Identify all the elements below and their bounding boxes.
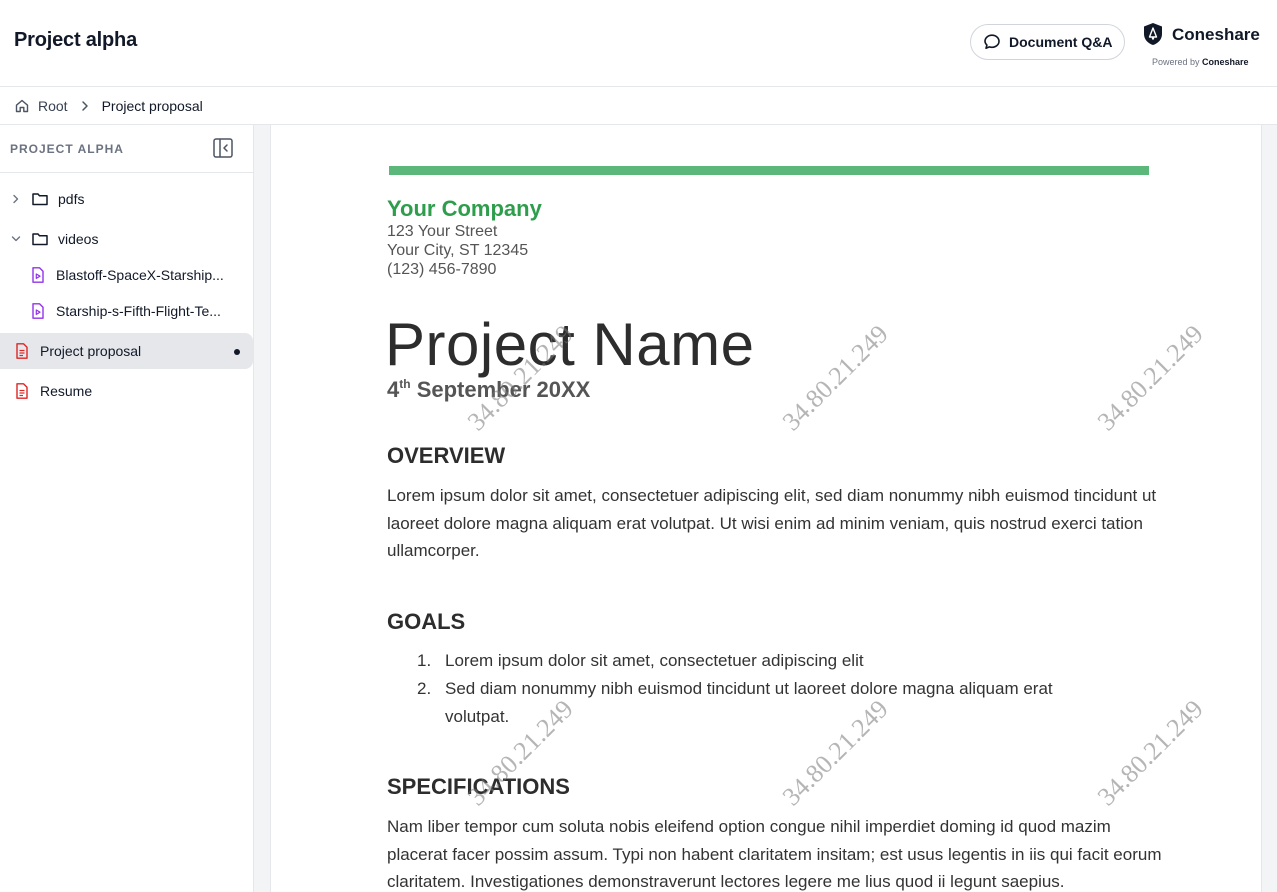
video-file-icon [32, 303, 44, 319]
overview-heading: OVERVIEW [387, 443, 506, 468]
chevron-right-icon[interactable] [10, 193, 22, 205]
sidebar-item-label: Project proposal [40, 343, 142, 359]
sidebar-item-label: Resume [40, 383, 93, 399]
document-viewer[interactable]: Your Company 123 Your Street Your City, … [254, 125, 1277, 892]
specifications-text: Nam liber tempor cum soluta nobis eleife… [387, 817, 1162, 891]
folder-icon [32, 193, 48, 206]
document-page: Your Company 123 Your Street Your City, … [270, 125, 1262, 892]
chevron-down-icon[interactable] [10, 233, 22, 245]
collapse-sidebar-icon[interactable] [212, 137, 234, 159]
sidebar-item-video-blastoff[interactable]: Blastoff-SpaceX-Starship... [0, 257, 253, 293]
sidebar-item-resume[interactable]: Resume [0, 373, 253, 409]
sidebar-item-label: pdfs [58, 191, 85, 207]
date-suffix: th [399, 377, 411, 391]
brand-name: Coneshare [1172, 25, 1260, 44]
goal-number: 1. [417, 651, 432, 670]
sidebar-item-video-starship[interactable]: Starship-s-Fifth-Flight-Te... [0, 293, 253, 329]
sidebar-item-project-proposal[interactable]: Project proposal [0, 333, 253, 369]
sidebar-header: PROJECT ALPHA [0, 125, 253, 173]
sidebar-item-pdfs[interactable]: pdfs [0, 181, 253, 217]
company-city: Your City, ST 12345 [387, 242, 529, 259]
active-indicator-dot [234, 349, 240, 355]
coneshare-logo-icon [1144, 23, 1162, 45]
home-icon[interactable] [14, 98, 30, 114]
sidebar-item-label: videos [58, 231, 99, 247]
header-accent-bar [389, 166, 1149, 175]
sidebar: PROJECT ALPHA pdfs videos Blastoff-Space… [0, 125, 254, 892]
ip-watermark: 34.80.21.249 [1091, 694, 1209, 812]
company-name: Your Company [387, 196, 542, 221]
goal-number: 2. [417, 679, 432, 698]
sidebar-item-label: Starship-s-Fifth-Flight-Te... [56, 303, 221, 319]
top-bar: Project alpha Document Q&A Coneshare Pow… [0, 0, 1277, 87]
powered-by-prefix: Powered by [1152, 57, 1200, 67]
brand[interactable]: Coneshare Powered by Coneshare [1142, 22, 1262, 72]
video-file-icon [32, 267, 44, 283]
chat-bubble-icon [984, 34, 1000, 49]
document-icon [16, 383, 28, 399]
folder-icon [32, 233, 48, 246]
document-qa-label: Document Q&A [1009, 34, 1113, 50]
document-qa-button[interactable]: Document Q&A [970, 24, 1125, 60]
goal-text: Lorem ipsum dolor sit amet, consectetuer… [445, 651, 864, 670]
company-street: 123 Your Street [387, 223, 498, 240]
company-phone: (123) 456-7890 [387, 261, 497, 278]
ip-watermark: 34.80.21.249 [776, 319, 894, 437]
overview-text: Lorem ipsum dolor sit amet, consectetuer… [387, 486, 1157, 560]
breadcrumb-current[interactable]: Project proposal [102, 98, 203, 114]
date-day: 4 [387, 377, 400, 402]
breadcrumb-root[interactable]: Root [38, 98, 68, 114]
sidebar-heading: PROJECT ALPHA [10, 142, 124, 156]
breadcrumb: Root Project proposal [0, 87, 1277, 125]
goals-heading: GOALS [387, 609, 466, 634]
sidebar-item-videos[interactable]: videos [0, 221, 253, 257]
sidebar-item-label: Blastoff-SpaceX-Starship... [56, 267, 224, 283]
powered-by: Powered by Coneshare [1152, 57, 1249, 67]
ip-watermark: 34.80.21.249 [1091, 319, 1209, 437]
app-title: Project alpha [14, 29, 137, 51]
document-icon [16, 343, 28, 359]
powered-by-brand: Coneshare [1202, 57, 1249, 67]
chevron-right-icon [81, 100, 88, 111]
